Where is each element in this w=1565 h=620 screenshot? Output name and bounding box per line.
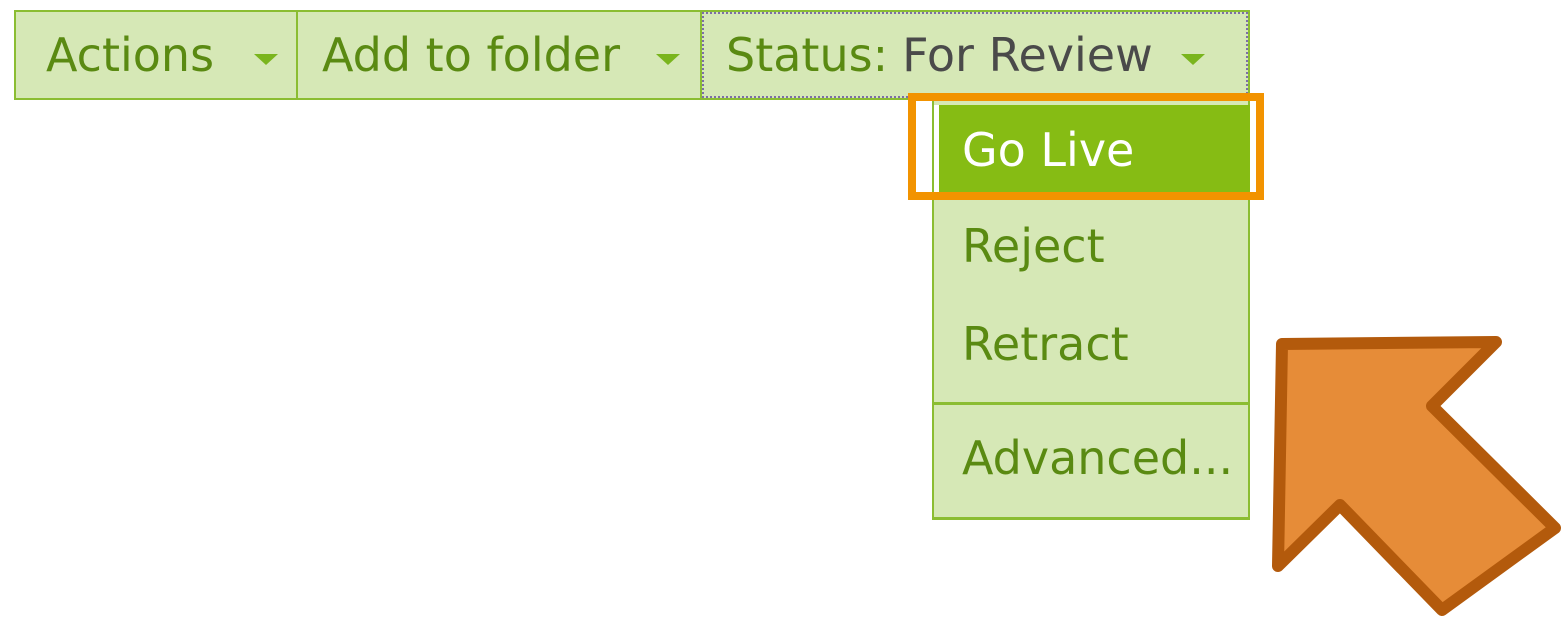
screenshot-canvas: Actions Add to folder Status: For Review… <box>0 0 1565 620</box>
status-value: For Review <box>902 28 1153 82</box>
menu-item-advanced[interactable]: Advanced... <box>934 410 1250 506</box>
menu-item-retract[interactable]: Retract <box>934 296 1250 392</box>
status-label: Status: <box>726 28 889 82</box>
chevron-down-icon <box>254 53 279 65</box>
add-to-folder-label: Add to folder <box>322 28 621 82</box>
add-to-folder-dropdown-button[interactable]: Add to folder <box>298 12 702 98</box>
menu-item-reject[interactable]: Reject <box>934 198 1250 294</box>
actions-label: Actions <box>46 28 215 82</box>
highlight-box <box>908 93 1264 200</box>
toolbar: Actions Add to folder Status: For Review <box>14 10 1250 100</box>
chevron-down-icon <box>656 53 681 65</box>
chevron-down-icon <box>1180 53 1205 65</box>
actions-dropdown-button[interactable]: Actions <box>16 12 298 98</box>
pointer-arrow-icon <box>1272 336 1561 616</box>
status-dropdown-button[interactable]: Status: For Review <box>702 12 1248 98</box>
menu-divider <box>934 402 1250 405</box>
